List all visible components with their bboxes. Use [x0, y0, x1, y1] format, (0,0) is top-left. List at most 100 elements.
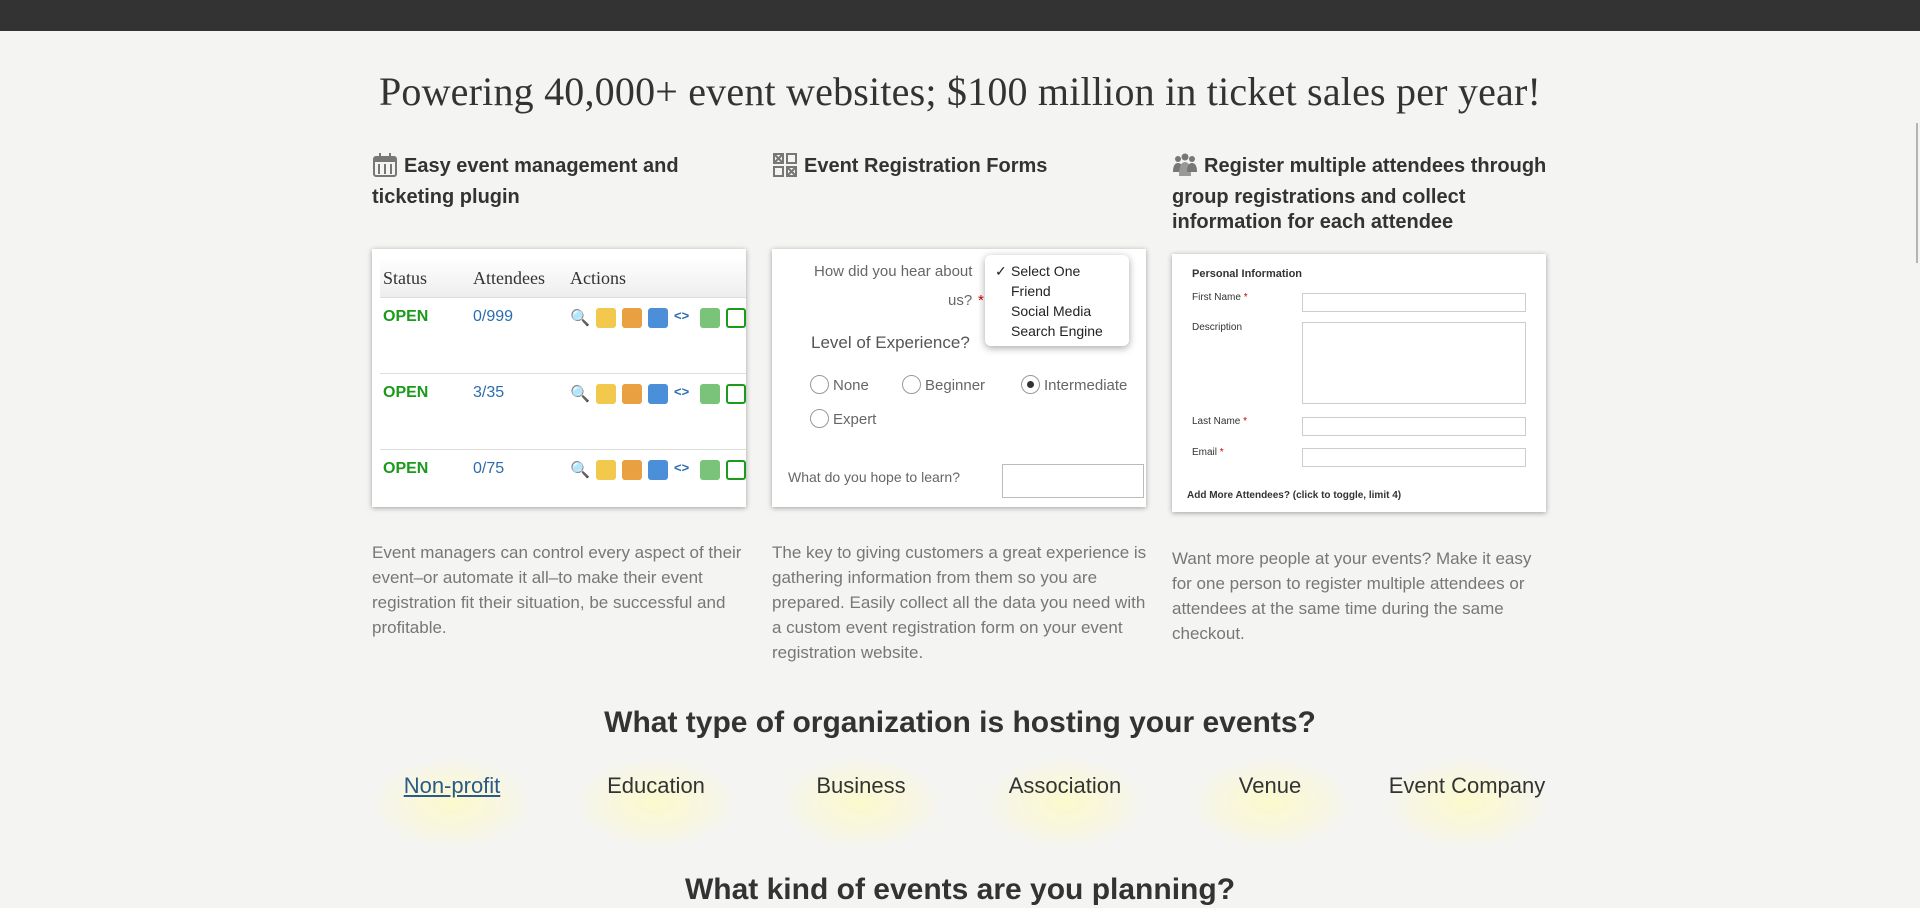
table-header: Status Attendees Actions [380, 257, 746, 298]
description-field[interactable] [1302, 322, 1526, 404]
excel-icon[interactable] [700, 460, 720, 480]
plan-section-title: What kind of events are you planning? [684, 873, 1236, 906]
group-icon [1172, 152, 1198, 185]
check-icon: ✓ [995, 263, 1007, 279]
email-field[interactable] [1302, 448, 1526, 467]
dropdown-option[interactable]: Search Engine [985, 321, 1129, 341]
edit-icon[interactable] [596, 308, 616, 328]
attendees-icon[interactable] [622, 460, 642, 480]
form-grid-icon [772, 152, 798, 185]
feature-title-text: Register multiple attendees through grou… [1172, 155, 1547, 233]
last-name-label: Last Name * [1192, 416, 1248, 427]
search-icon[interactable]: 🔍 [570, 308, 590, 328]
scrollbar-thumb[interactable] [1916, 123, 1918, 263]
table-row: OPEN 3/35 🔍 <> [380, 374, 746, 450]
col-attendees: Attendees [473, 268, 545, 288]
search-icon[interactable]: 🔍 [570, 384, 590, 404]
section-title: Personal Information [1192, 268, 1303, 280]
dropdown-option[interactable]: ✓ Select One [985, 261, 1129, 281]
add-more-toggle[interactable]: Add More Attendees? (click to toggle, li… [1187, 490, 1401, 501]
chart-icon[interactable] [648, 460, 668, 480]
org-option-nonprofit[interactable]: Non-profit [372, 758, 532, 848]
attendee-form: Personal Information First Name * Descri… [1172, 254, 1546, 512]
calendar-icon [372, 152, 398, 185]
top-bar [0, 0, 1920, 31]
attendees-icon[interactable] [622, 384, 642, 404]
feature-description: The key to giving customers a great expe… [772, 543, 1147, 662]
csv-icon[interactable] [726, 460, 746, 480]
heard-about-dropdown[interactable]: ✓ Select One Friend Social Media Search E… [985, 255, 1129, 346]
registration-form-screenshot: How did you hear about us? * ✓ Select One… [772, 249, 1146, 507]
code-icon[interactable]: <> [674, 308, 694, 328]
attendee-form-screenshot: Personal Information First Name * Descri… [1172, 254, 1546, 512]
feature-event-management: Easy event management and ticketing plug… [372, 152, 748, 637]
table-row: OPEN 0/999 🔍 <> [380, 298, 746, 374]
org-section-title: What type of organization is hosting you… [604, 706, 1316, 739]
attendee-count[interactable]: 0/999 [473, 308, 513, 326]
learn-label: What do you hope to learn? [788, 469, 961, 485]
first-name-field[interactable] [1302, 293, 1526, 312]
events-table-screenshot: Status Attendees Actions OPEN 0/999 🔍 <> … [372, 249, 746, 507]
feature-group-registration: Register multiple attendees through grou… [1172, 152, 1548, 643]
col-status: Status [383, 268, 428, 288]
chart-icon[interactable] [648, 308, 668, 328]
radio-none[interactable]: None [810, 375, 869, 394]
code-icon[interactable]: <> [674, 460, 694, 480]
radio-button[interactable] [902, 375, 921, 394]
col-actions: Actions [570, 268, 626, 288]
status-badge: OPEN [383, 384, 429, 401]
required-mark: * [978, 292, 984, 309]
feature-title: Register multiple attendees through grou… [1172, 152, 1548, 235]
search-icon[interactable]: 🔍 [570, 460, 590, 480]
radio-button[interactable] [810, 409, 829, 428]
radio-expert[interactable]: Expert [810, 409, 876, 428]
feature-title: Easy event management and ticketing plug… [372, 152, 748, 210]
csv-icon[interactable] [726, 384, 746, 404]
excel-icon[interactable] [700, 308, 720, 328]
description-label: Description [1192, 322, 1243, 333]
radio-intermediate[interactable]: Intermediate [1021, 375, 1127, 394]
page-headline: Powering 40,000+ event websites; $100 mi… [378, 69, 1542, 114]
org-option-education[interactable]: Education [576, 758, 736, 848]
org-option-business[interactable]: Business [781, 758, 941, 848]
radio-button-selected[interactable] [1021, 375, 1040, 394]
last-name-field[interactable] [1302, 417, 1526, 436]
row-actions: 🔍 <> [570, 384, 746, 404]
question-label: How did you hear about [814, 263, 973, 280]
dropdown-option[interactable]: Friend [985, 281, 1129, 301]
dropdown-option[interactable]: Social Media [985, 301, 1129, 321]
org-option-venue[interactable]: Venue [1190, 758, 1350, 848]
feature-title-text: Easy event management and ticketing plug… [372, 155, 679, 208]
status-badge: OPEN [383, 308, 429, 325]
code-icon[interactable]: <> [674, 384, 694, 404]
question-label-cont: us? [948, 292, 973, 309]
level-label: Level of Experience? [811, 333, 970, 352]
org-type-list: Non-profit Education Business Associatio… [372, 758, 1548, 848]
row-actions: 🔍 <> [570, 308, 746, 328]
learn-input[interactable] [1002, 464, 1144, 498]
status-badge: OPEN [383, 460, 429, 477]
chart-icon[interactable] [648, 384, 668, 404]
feature-description: Event managers can control every aspect … [372, 543, 742, 637]
attendees-icon[interactable] [622, 308, 642, 328]
radio-beginner[interactable]: Beginner [902, 375, 985, 394]
attendee-count[interactable]: 3/35 [473, 384, 504, 402]
email-label: Email * [1192, 447, 1224, 458]
events-table: Status Attendees Actions OPEN 0/999 🔍 <> … [380, 257, 746, 507]
excel-icon[interactable] [700, 384, 720, 404]
edit-icon[interactable] [596, 460, 616, 480]
org-option-association[interactable]: Association [985, 758, 1145, 848]
feature-title-text: Event Registration Forms [804, 155, 1048, 177]
first-name-label: First Name * [1192, 292, 1248, 303]
table-row: OPEN 0/75 🔍 <> [380, 450, 746, 507]
org-option-event-company[interactable]: Event Company [1386, 758, 1548, 848]
attendee-count[interactable]: 0/75 [473, 460, 504, 478]
registration-form: How did you hear about us? * ✓ Select One… [772, 249, 1146, 507]
feature-description: Want more people at your events? Make it… [1172, 549, 1532, 643]
csv-icon[interactable] [726, 308, 746, 328]
radio-button[interactable] [810, 375, 829, 394]
feature-title: Event Registration Forms [772, 152, 1148, 202]
feature-registration-forms: Event Registration Forms How did you hea… [772, 152, 1148, 662]
edit-icon[interactable] [596, 384, 616, 404]
row-actions: 🔍 <> [570, 460, 746, 480]
